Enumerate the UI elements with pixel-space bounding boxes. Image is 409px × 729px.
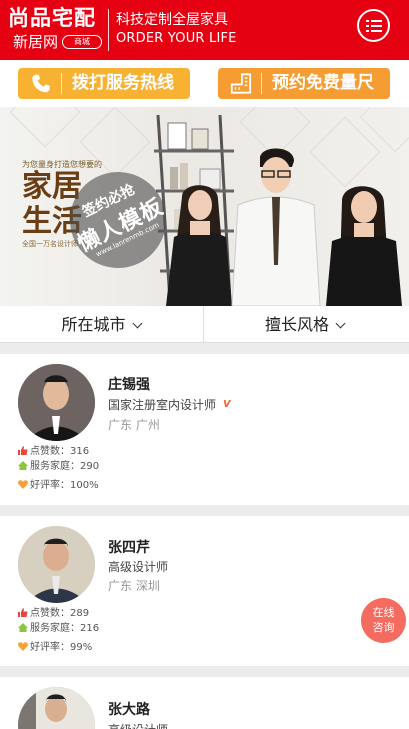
ruler-icon [230,73,252,94]
header-tagline: 科技定制全屋家具 [116,12,228,28]
rating-stat: 好评率：100% [18,476,99,491]
call-hotline-button[interactable]: 拨打服务热线 [18,68,190,99]
designer-card[interactable]: 张大路 高级设计师 [0,677,409,729]
avatar[interactable] [18,687,95,729]
likes-label: 点赞数： [30,446,70,457]
designer-card[interactable]: 张四芹 高级设计师 广东 深圳 点赞数：289 服务家庭：216 好评率：99% [0,516,409,666]
header: 尚品宅配 新居网 商城 科技定制全屋家具 ORDER YOUR LIFE [0,0,409,60]
banner-footnote: 全国一万名设计师 [22,240,78,248]
thumbs-up-icon [18,608,28,617]
action-bar: 拨打服务热线 预约免费量尺 [0,60,409,107]
header-divider [108,9,109,51]
thumbs-up-icon [18,446,28,455]
rating-value: 100% [70,480,99,491]
designer-location: 广东 广州 [108,418,160,432]
filter-bar: 所在城市 擅长风格 [0,306,409,343]
chevron-down-icon [132,318,142,329]
verified-badge: v [223,396,231,410]
designer-photo [18,364,95,441]
menu-button[interactable] [357,9,390,42]
person-image-woman-right [326,186,402,306]
homes-count: 290 [80,461,100,472]
designer-title: 国家注册室内设计师 [108,398,217,412]
heart-icon [18,480,28,489]
rating-value: 99% [70,642,93,653]
button-separator [61,73,62,94]
online-consult-button[interactable]: 在线 咨询 [361,598,406,643]
rating-stat: 好评率：99% [18,638,92,653]
promo-banner[interactable]: 为您量身打造您想要的 家居 生活 全国一万名设计师 签约必抢 懒人模板 www.… [0,107,409,306]
style-filter-dropdown[interactable]: 擅长风格 [203,306,405,343]
call-hotline-label: 拨打服务热线 [72,73,174,93]
city-filter-dropdown[interactable]: 所在城市 [0,306,202,343]
likes-count: 316 [70,446,90,457]
book-measurement-button[interactable]: 预约免费量尺 [218,68,390,99]
consult-line-2: 咨询 [372,621,395,634]
avatar[interactable] [18,526,95,603]
designer-card[interactable]: 庄锡强 国家注册室内设计师 v 广东 广州 点赞数：316 服务家庭：290 好… [0,354,409,505]
consult-line-1: 在线 [372,606,395,619]
designer-photo [18,526,95,603]
city-filter-label: 所在城市 [61,315,126,334]
home-icon [18,623,28,632]
book-measurement-label: 预约免费量尺 [272,73,374,93]
designer-title: 高级设计师 [108,560,169,574]
designer-name[interactable]: 庄锡强 [108,374,150,394]
designer-photo [18,687,95,729]
chevron-down-icon [335,318,346,329]
homes-count: 216 [80,623,100,634]
likes-stat: 点赞数：316 [18,442,89,457]
designer-name[interactable]: 张四芹 [108,537,150,557]
likes-stat: 点赞数：289 [18,604,89,619]
page: 尚品宅配 新居网 商城 科技定制全屋家具 ORDER YOUR LIFE 拨打服… [0,0,409,729]
phone-icon [32,74,50,93]
rating-label: 好评率： [30,480,70,491]
heart-icon [18,642,28,651]
logo-subtitle: 新居网 [13,33,59,51]
homes-stat: 服务家庭：290 [18,457,99,472]
brand-logo[interactable]: 尚品宅配 [8,6,96,30]
person-image-man [231,148,321,306]
homes-stat: 服务家庭：216 [18,619,99,634]
designer-location: 广东 深圳 [108,579,160,593]
designer-name[interactable]: 张大路 [108,699,150,719]
rating-label: 好评率： [30,642,70,653]
avatar[interactable] [18,364,95,441]
home-icon [18,461,28,470]
button-separator [261,73,262,94]
homes-label: 服务家庭： [30,623,80,634]
wallpaper-pattern [9,107,81,148]
designer-title: 高级设计师 [108,721,168,729]
person-image-woman-left [166,185,232,306]
style-filter-label: 擅长风格 [264,315,329,334]
logo-badge: 商城 [62,35,102,49]
homes-label: 服务家庭： [30,461,80,472]
banner-headline-1: 家居 [22,169,82,204]
likes-label: 点赞数： [30,608,70,619]
likes-count: 289 [70,608,90,619]
header-tagline-en: ORDER YOUR LIFE [116,31,237,46]
